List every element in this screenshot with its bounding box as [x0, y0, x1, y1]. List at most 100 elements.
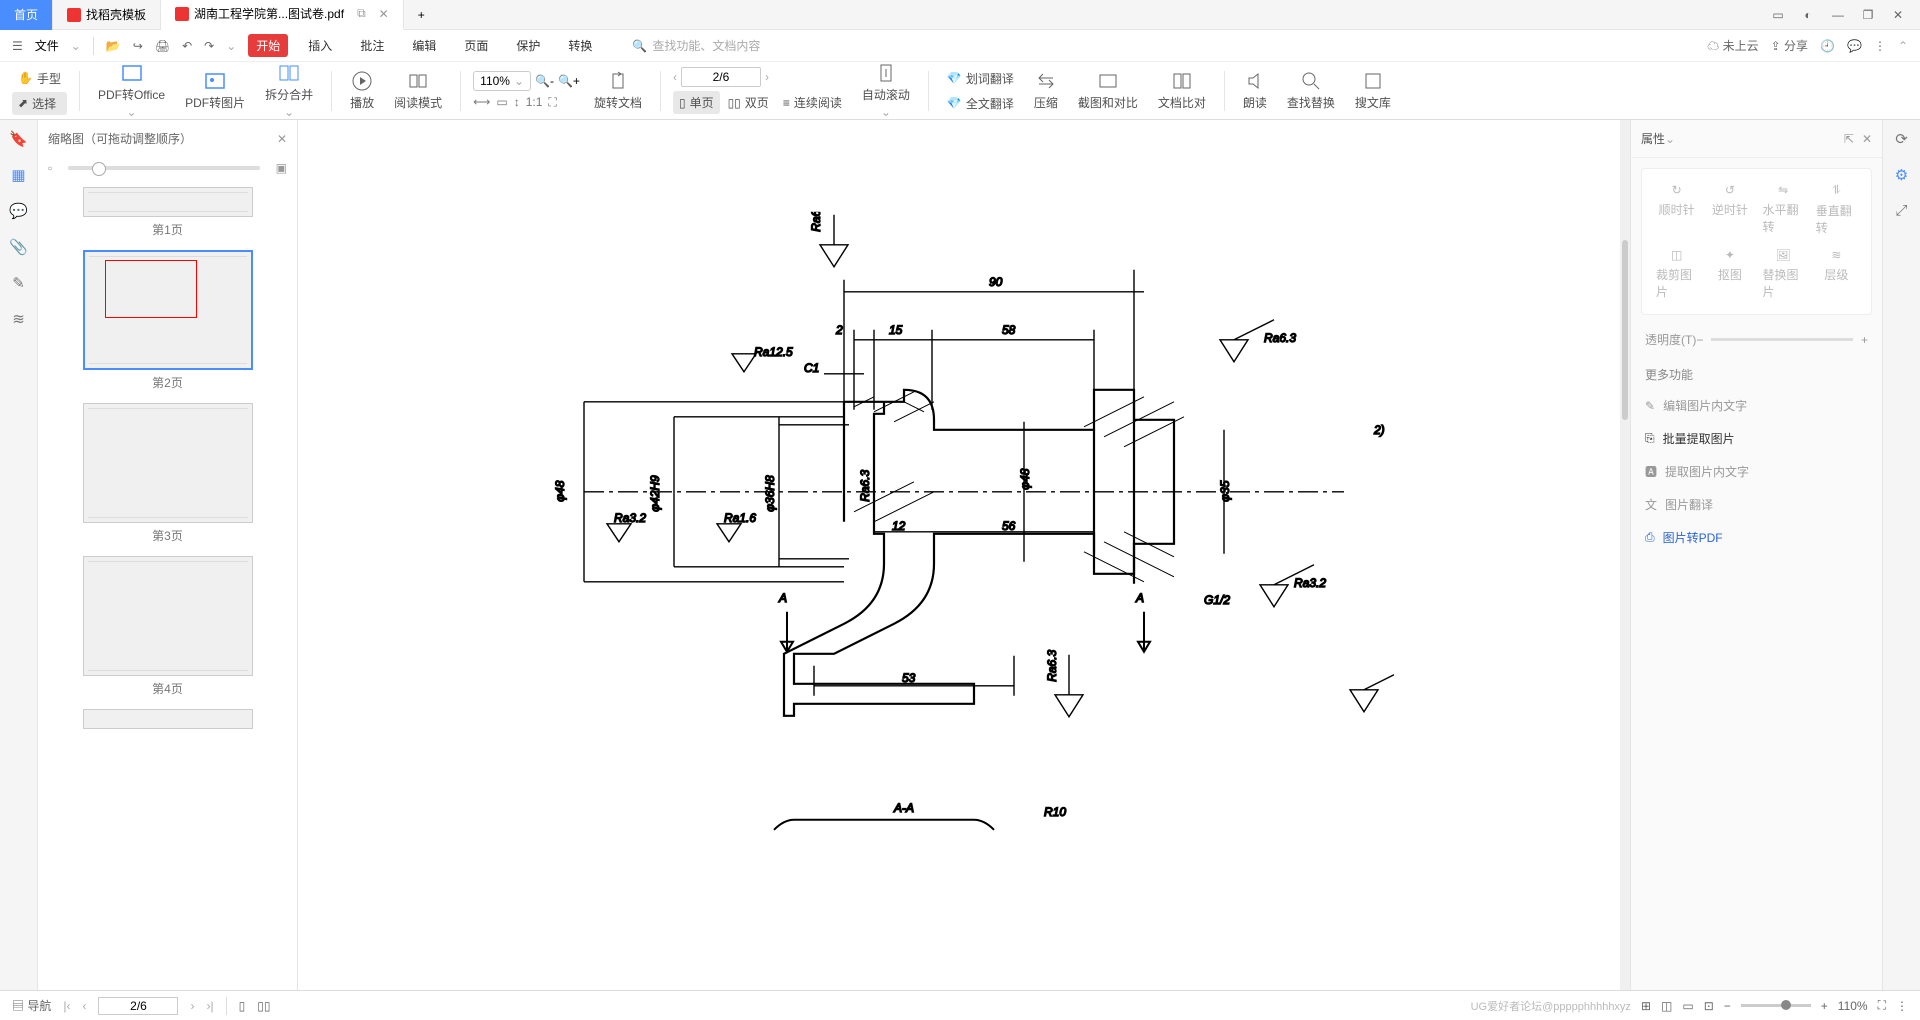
next-page-icon[interactable]: › [765, 70, 769, 84]
menu-insert[interactable]: 插入 [300, 34, 340, 57]
fullscreen-icon[interactable]: ⛶ [1878, 998, 1886, 1013]
zoom-in-icon[interactable]: + [1821, 999, 1828, 1013]
fn-edit-text[interactable]: ✎编辑图片内文字 [1631, 389, 1882, 422]
adjust-icon[interactable]: ⚙ [1895, 166, 1908, 184]
thumbnail-icon[interactable]: ▦ [11, 166, 25, 184]
zoom-in-icon[interactable]: 🔍+ [558, 74, 580, 88]
view-double[interactable]: ▯▯ 双页 [722, 91, 775, 114]
menu-page[interactable]: 页面 [456, 34, 496, 57]
read-mode[interactable]: 阅读模式 [388, 68, 448, 113]
menu-annotate[interactable]: 批注 [352, 34, 392, 57]
word-translate[interactable]: 💎 划词翻译 [941, 67, 1020, 90]
thumb-large-icon[interactable]: ▣ [276, 161, 287, 175]
close-button[interactable]: ✕ [1890, 7, 1906, 23]
attachment-icon[interactable]: 📎 [9, 238, 28, 256]
scrollbar-vertical[interactable] [1620, 120, 1630, 990]
layer[interactable]: ≋层级 [1812, 244, 1861, 304]
thumbnail-item[interactable] [46, 709, 289, 729]
next-page-icon[interactable]: › [190, 999, 194, 1013]
thumbnail-item[interactable]: 第4页 [46, 556, 289, 697]
actual-size-icon[interactable]: 1:1 [526, 95, 543, 110]
fit-height-icon[interactable]: ↕ [514, 95, 520, 110]
view-continuous[interactable]: ≡ 连续阅读 [777, 91, 848, 114]
close-icon[interactable]: ✕ [277, 132, 287, 146]
close-icon[interactable]: ✕ [1862, 132, 1872, 146]
thumb-size-slider[interactable] [68, 166, 259, 170]
menu-start[interactable]: 开始 [248, 34, 288, 57]
pdf-to-office[interactable]: PDF转Office⌄ [92, 60, 171, 121]
search-box[interactable]: 🔍 查找功能、文档内容 [632, 37, 760, 54]
share-button[interactable]: ⇪ 分享 [1771, 37, 1808, 54]
bookmark-icon[interactable]: 🔖 [9, 130, 28, 148]
minimize-button[interactable]: — [1830, 7, 1846, 23]
menu-icon[interactable]: ☰ [12, 39, 23, 53]
select-tool[interactable]: ⬈ 选择 [12, 92, 67, 115]
nav-toggle[interactable]: ▤ 导航 [12, 997, 51, 1014]
skin-icon[interactable]: ◐ [1800, 7, 1816, 23]
matting[interactable]: ✦抠图 [1705, 244, 1754, 304]
menu-convert[interactable]: 转换 [560, 34, 600, 57]
thumbnail-item[interactable]: 第3页 [46, 403, 289, 544]
layout-icon[interactable]: ▭ [1770, 7, 1786, 23]
tool1-icon[interactable]: ⊞ [1641, 999, 1651, 1013]
signature-icon[interactable]: ✎ [12, 274, 25, 292]
tab-close-icon[interactable]: ✕ [379, 7, 389, 21]
flip-h[interactable]: ⇋水平翻转 [1759, 179, 1808, 240]
pin-icon[interactable]: ⇱ [1844, 132, 1854, 146]
fn-img-to-pdf[interactable]: ⎙图片转PDF [1631, 521, 1882, 554]
rotate-ccw[interactable]: ↺逆时针 [1705, 179, 1754, 240]
screenshot-compare[interactable]: 截图和对比 [1072, 68, 1144, 113]
find-replace[interactable]: 查找替换 [1281, 68, 1341, 113]
file-menu[interactable]: 文件 [35, 37, 59, 54]
zoom-out-icon[interactable]: 🔍- [535, 74, 554, 88]
fn-translate-img[interactable]: 文图片翻译 [1631, 488, 1882, 521]
page-input[interactable] [681, 67, 761, 87]
prev-page-icon[interactable]: ‹ [673, 70, 677, 84]
tab-home[interactable]: 首页 [0, 0, 53, 30]
zoom-slider[interactable] [1741, 1004, 1811, 1007]
zoom-value[interactable]: 110% [1838, 999, 1868, 1013]
last-page-icon[interactable]: ›| [206, 999, 213, 1013]
rotate-cw[interactable]: ↻顺时针 [1652, 179, 1701, 240]
chevron-down-icon[interactable]: ⌄ [71, 39, 81, 53]
view-single[interactable]: ▯ 单页 [673, 91, 720, 114]
opacity-control[interactable]: 透明度(T) −+ [1631, 325, 1882, 354]
redo-icon[interactable]: ↷ [204, 39, 214, 53]
layout-double-icon[interactable]: ▯▯ [257, 999, 270, 1013]
full-translate[interactable]: 💎 全文翻译 [941, 92, 1020, 115]
maximize-button[interactable]: ❐ [1860, 7, 1876, 23]
cloud-status[interactable]: ☁ 未上云 [1707, 37, 1758, 54]
menu-edit[interactable]: 编辑 [404, 34, 444, 57]
chat-icon[interactable]: 💬 [1847, 39, 1862, 53]
more-icon[interactable]: ⋮ [1874, 39, 1886, 53]
rotate-doc[interactable]: 旋转文档 [588, 68, 648, 113]
thumb-small-icon[interactable]: ▫ [48, 161, 52, 175]
tab-detach-icon[interactable]: ⧉ [357, 6, 366, 21]
layout-single-icon[interactable]: ▯ [239, 999, 246, 1013]
expand-icon[interactable]: ⤢ [1895, 202, 1907, 219]
search-library[interactable]: 搜文库 [1349, 68, 1397, 113]
tool4-icon[interactable]: ⊡ [1704, 999, 1714, 1013]
fn-extract-text[interactable]: 🅰提取图片内文字 [1631, 455, 1882, 488]
page-input[interactable] [98, 997, 178, 1015]
export-icon[interactable]: ↪ [133, 39, 143, 53]
more-icon[interactable]: ⋮ [1896, 999, 1908, 1013]
history-icon[interactable]: 🕘 [1820, 39, 1835, 53]
thumbnail-list[interactable]: 第1页 第2页 第3页 第4页 [38, 179, 297, 990]
zoom-select[interactable]: 110% ⌄ [473, 71, 531, 91]
document-canvas[interactable]: 90 2 15 58 φ48 φ42H9 φ36H8 Ra6.3 φ48 φ35… [298, 120, 1630, 990]
tab-docer[interactable]: 找稻壳模板 [53, 0, 161, 30]
print-icon[interactable]: 🖨 [155, 39, 170, 53]
fit-page-icon[interactable]: ▭ [496, 95, 507, 110]
flip-v[interactable]: ⥮垂直翻转 [1812, 179, 1861, 240]
fn-batch-extract[interactable]: ⎘批量提取图片 [1631, 422, 1882, 455]
settings-icon[interactable]: ⟳ [1895, 130, 1908, 148]
undo-icon[interactable]: ↶ [182, 39, 192, 53]
open-icon[interactable]: 📂 [106, 39, 121, 53]
crop[interactable]: ◫裁剪图片 [1652, 244, 1701, 304]
split-merge[interactable]: 拆分合并⌄ [259, 60, 319, 121]
prev-page-icon[interactable]: ‹ [82, 999, 86, 1013]
thumbnail-item[interactable]: 第1页 [46, 187, 289, 238]
hand-tool[interactable]: ✋ 手型 [12, 67, 67, 90]
fit-width-icon[interactable]: ⟷ [473, 95, 490, 110]
